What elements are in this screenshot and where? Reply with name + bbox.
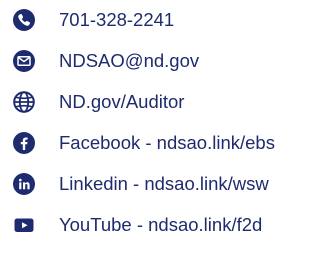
facebook-link[interactable]: Facebook - ndsao.link/ebs bbox=[59, 131, 275, 155]
youtube-link[interactable]: YouTube - ndsao.link/f2d bbox=[59, 213, 262, 237]
phone-icon bbox=[11, 8, 37, 32]
linkedin-icon bbox=[11, 172, 37, 196]
website-link[interactable]: ND.gov/Auditor bbox=[59, 90, 184, 114]
youtube-icon bbox=[11, 213, 37, 237]
linkedin-link[interactable]: Linkedin - ndsao.link/wsw bbox=[59, 172, 269, 196]
facebook-icon bbox=[11, 131, 37, 155]
globe-icon bbox=[11, 90, 37, 114]
contact-list: 701-328-2241 NDSAO@nd.gov ND.gov/Auditor bbox=[0, 0, 323, 261]
email-icon bbox=[11, 49, 37, 73]
phone-number[interactable]: 701-328-2241 bbox=[59, 8, 174, 32]
email-address[interactable]: NDSAO@nd.gov bbox=[59, 49, 199, 73]
